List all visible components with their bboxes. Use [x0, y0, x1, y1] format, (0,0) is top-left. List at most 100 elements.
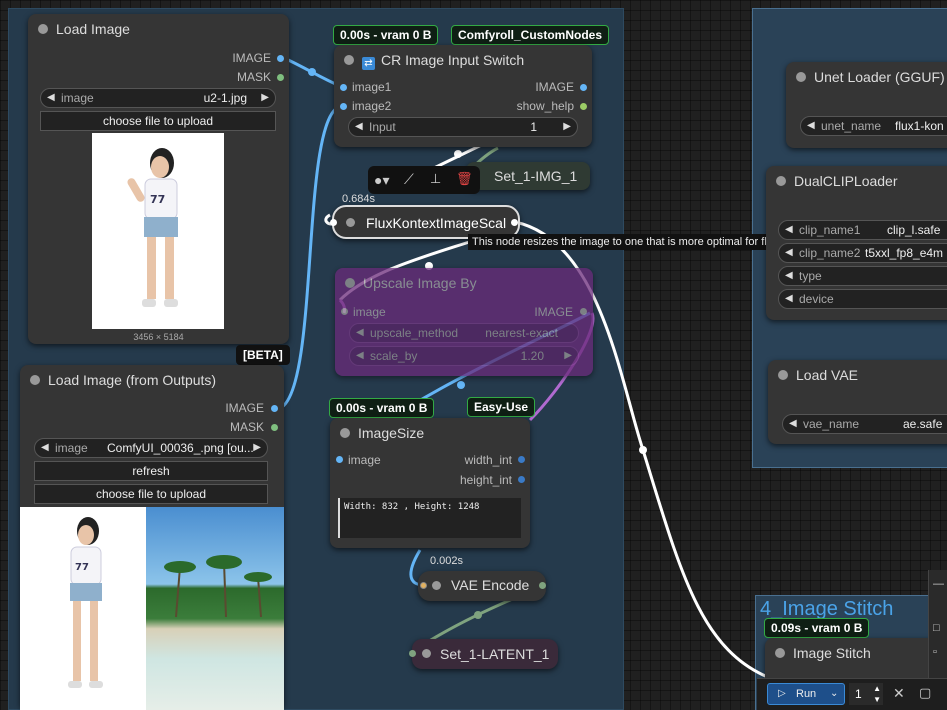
output-height-slot[interactable]	[518, 476, 525, 483]
beta-badge: [BETA]	[236, 345, 290, 365]
output-latent-slot[interactable]	[539, 582, 546, 589]
arrow-left-icon[interactable]: ◀	[807, 117, 815, 135]
input-image-slot[interactable]	[330, 219, 337, 226]
arrow-left-icon[interactable]: ◀	[789, 415, 797, 433]
arrow-right-icon[interactable]: ▶	[564, 347, 572, 365]
load-image-outputs-node[interactable]: Load Image (from Outputs) IMAGE MASK ◀ i…	[20, 365, 284, 710]
node-title[interactable]: Unet Loader (GGUF)	[786, 62, 947, 92]
bypass-icon[interactable]: ⟋	[404, 171, 414, 188]
input-image-slot[interactable]	[341, 308, 348, 315]
arrow-left-icon[interactable]: ◀	[47, 89, 55, 107]
output-mask-slot[interactable]	[277, 74, 284, 81]
exec-time-label: 0.002s	[430, 555, 464, 567]
collapse-dot[interactable]	[776, 176, 786, 186]
output-help-slot[interactable]	[580, 103, 587, 110]
arrow-right-icon[interactable]: ▶	[261, 89, 269, 107]
node-title[interactable]: Image Stitch	[765, 638, 947, 668]
collapse-dot[interactable]	[796, 72, 806, 82]
load-image-node[interactable]: Load Image IMAGE MASK ◀ image u2-1.jpg ▶…	[28, 14, 289, 344]
collapse-dot[interactable]	[422, 649, 431, 658]
clip-name1-widget[interactable]: ◀ clip_name1 clip_l.safe	[778, 220, 947, 240]
upscale-method-widget[interactable]: ◀ upscale_method nearest-exact	[349, 323, 579, 343]
graph-canvas[interactable]: 4_Image Stitch Load Image IMAGE MASK ◀ i…	[0, 0, 947, 710]
clip-name2-widget[interactable]: ◀ clip_name2 t5xxl_fp8_e4m	[778, 243, 947, 263]
widget-value: 1.20	[520, 349, 544, 363]
input-latent-slot[interactable]	[409, 650, 416, 657]
node-title[interactable]: Load Image	[28, 14, 289, 44]
pin-icon[interactable]: ⊥	[430, 171, 441, 187]
set-latent-node[interactable]: Set_1-LATENT_1	[409, 639, 558, 669]
batch-count-input[interactable]: 1 ▲ ▼	[849, 683, 883, 705]
input-image1-slot[interactable]	[340, 84, 347, 91]
output-width-label: width_int	[464, 453, 512, 467]
fit-icon[interactable]: □	[933, 622, 940, 634]
output-image-slot[interactable]	[580, 84, 587, 91]
node-title[interactable]: ⇄ CR Image Input Switch	[334, 45, 592, 75]
output-image-slot[interactable]	[511, 219, 518, 226]
dual-clip-loader-node[interactable]: DualCLIPLoader ◀ clip_name1 clip_l.safe …	[766, 166, 947, 320]
arrow-left-icon[interactable]: ◀	[41, 439, 49, 457]
collapse-dot[interactable]	[345, 278, 355, 288]
collapse-dot[interactable]	[344, 55, 354, 65]
node-title[interactable]: Load Image (from Outputs)	[20, 365, 284, 395]
node-title[interactable]: Set_1-IMG_1	[466, 162, 590, 190]
arrow-left-icon[interactable]: ◀	[356, 324, 364, 342]
arrow-left-icon[interactable]: ◀	[355, 118, 363, 136]
collapse-dot[interactable]	[30, 375, 40, 385]
output-image-slot[interactable]	[277, 55, 284, 62]
size-display-textarea[interactable]: Width: 832 , Height: 1248	[338, 498, 521, 538]
collapse-dot[interactable]	[432, 581, 441, 590]
image-size-node[interactable]: ImageSize image width_int height_int Wid…	[330, 418, 530, 548]
set-img-node[interactable]: Set_1-IMG_1	[466, 162, 590, 190]
stepper-icon[interactable]: ▲ ▼	[873, 683, 881, 705]
arrow-left-icon[interactable]: ◀	[785, 244, 793, 262]
zoom-icon[interactable]: —	[933, 578, 944, 590]
node-title[interactable]: ImageSize	[330, 418, 530, 448]
collapse-dot[interactable]	[340, 428, 350, 438]
upload-button[interactable]: choose file to upload	[34, 484, 268, 504]
arrow-right-icon[interactable]: ▶	[563, 118, 571, 136]
output-image-slot[interactable]	[580, 308, 587, 315]
output-width-slot[interactable]	[518, 456, 525, 463]
vae-encode-node[interactable]: VAE Encode	[418, 571, 546, 601]
input-image2-slot[interactable]	[340, 103, 347, 110]
unet-name-widget[interactable]: ◀ unet_name flux1-kon	[800, 116, 947, 136]
widget-label: device	[799, 292, 834, 306]
image-select-widget[interactable]: ◀ image u2-1.jpg ▶	[40, 88, 276, 108]
collapse-dot[interactable]	[778, 370, 788, 380]
device-widget[interactable]: ◀ device	[778, 289, 947, 309]
node-title[interactable]: Upscale Image By	[335, 268, 593, 298]
scale-by-widget[interactable]: ◀ scale_by 1.20 ▶	[349, 346, 579, 366]
window-icon[interactable]: ▢	[919, 685, 931, 701]
color-picker-icon[interactable]: ●▾	[374, 172, 389, 189]
arrow-left-icon[interactable]: ◀	[785, 290, 793, 308]
output-image-slot[interactable]	[271, 405, 278, 412]
image-select-widget[interactable]: ◀ image ComfyUI_00036_.png [ou... ▶	[34, 438, 268, 458]
arrow-left-icon[interactable]: ◀	[356, 347, 364, 365]
run-button[interactable]: ▷ Run ⌄	[767, 683, 845, 705]
upscale-image-by-node[interactable]: Upscale Image By image IMAGE ◀ upscale_m…	[335, 268, 593, 376]
input-image-slot[interactable]	[336, 456, 343, 463]
close-icon[interactable]: ✕	[893, 685, 905, 702]
arrow-left-icon[interactable]: ◀	[785, 267, 793, 285]
load-vae-node[interactable]: Load VAE ◀ vae_name ae.safe	[768, 360, 947, 444]
chevron-down-icon[interactable]: ⌄	[830, 684, 838, 704]
arrow-left-icon[interactable]: ◀	[785, 221, 793, 239]
collapse-dot[interactable]	[775, 648, 785, 658]
cr-image-input-switch-node[interactable]: ⇄ CR Image Input Switch image1 image2 IMA…	[334, 45, 592, 147]
node-title[interactable]: Load VAE	[768, 360, 947, 390]
output-mask-slot[interactable]	[271, 424, 278, 431]
vae-name-widget[interactable]: ◀ vae_name ae.safe	[782, 414, 947, 434]
delete-icon[interactable]: 🗑	[456, 171, 473, 187]
unet-loader-node[interactable]: Unet Loader (GGUF) ◀ unet_name flux1-kon	[786, 62, 947, 148]
input-number-widget[interactable]: ◀ Input 1 ▶	[348, 117, 578, 137]
collapse-dot[interactable]	[38, 24, 48, 34]
type-widget[interactable]: ◀ type	[778, 266, 947, 286]
lock-icon[interactable]: ▫	[933, 646, 937, 658]
input-pixels-slot[interactable]	[420, 582, 427, 589]
upload-button[interactable]: choose file to upload	[40, 111, 276, 131]
collapse-dot[interactable]	[346, 218, 355, 227]
refresh-button[interactable]: refresh	[34, 461, 268, 481]
node-title[interactable]: DualCLIPLoader	[766, 166, 947, 196]
arrow-right-icon[interactable]: ▶	[253, 439, 261, 457]
